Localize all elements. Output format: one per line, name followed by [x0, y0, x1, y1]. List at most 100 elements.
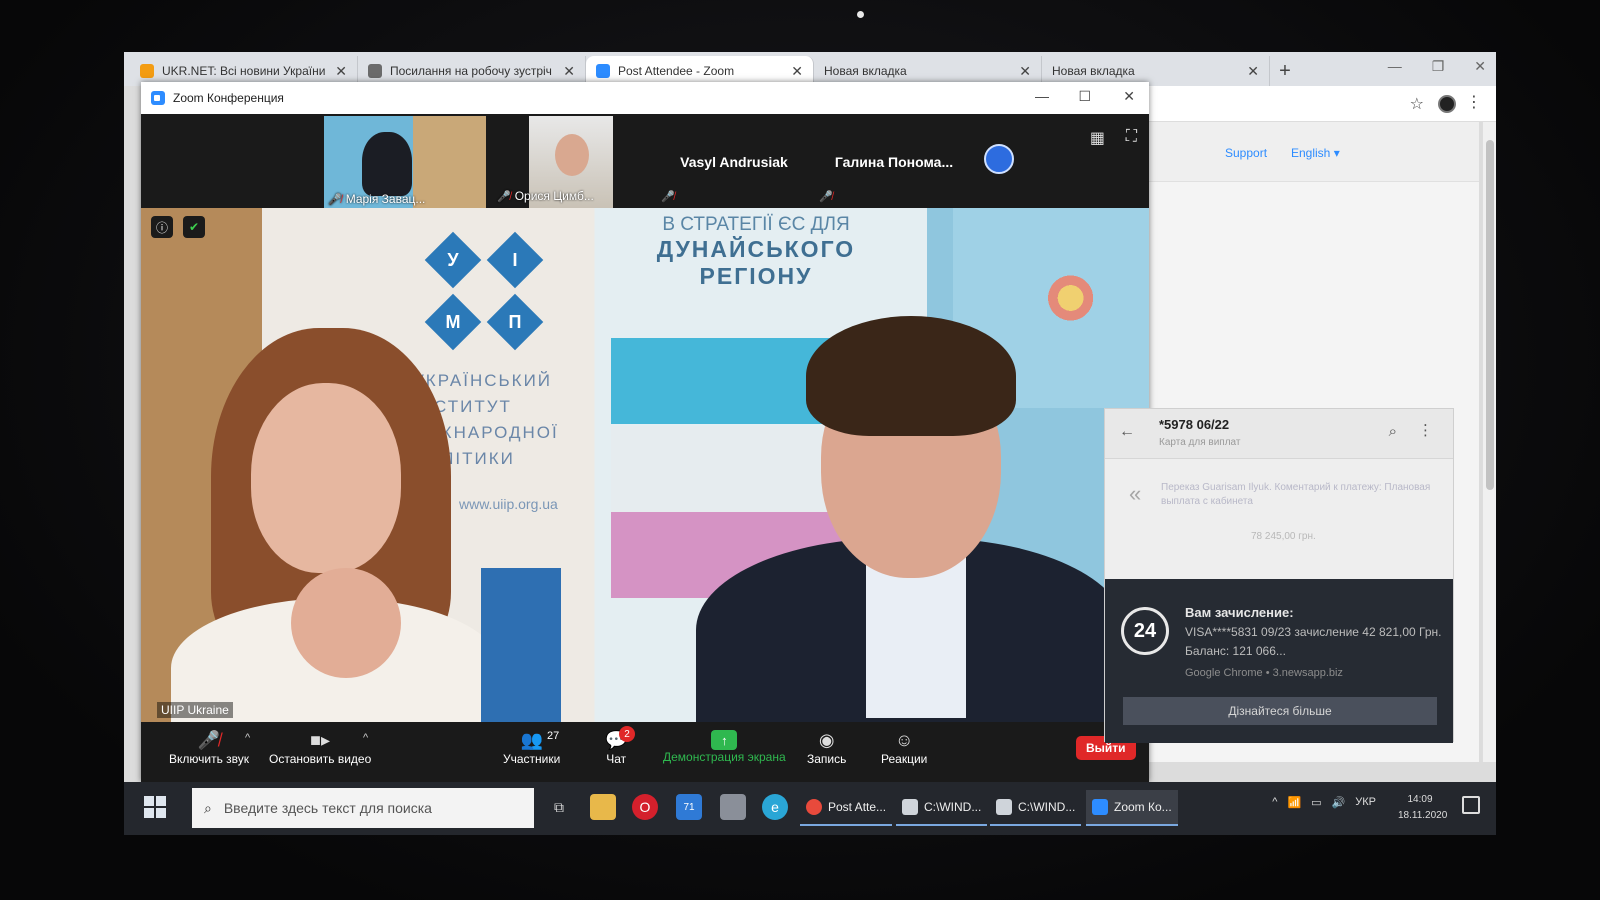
participant-name: 🎤̸ Орися Цимб...	[497, 189, 594, 203]
logo-diamond: І	[486, 231, 544, 289]
toast-title: Вам зачисление:	[1185, 605, 1294, 620]
windows-start-icon[interactable]	[144, 796, 166, 818]
mic-muted-icon: 🎤̸	[197, 729, 221, 750]
taskbar-app-cmd-1[interactable]: C:\WIND...	[896, 790, 988, 826]
battery-icon[interactable]: ▭	[1311, 796, 1321, 809]
share-screen-icon: ↑	[711, 730, 738, 750]
privat24-logo-icon: 24	[1121, 607, 1169, 655]
audio-options-caret-icon[interactable]: ^	[245, 732, 250, 744]
transaction-description: Переказ Guarisam Ilyuk. Коментарий к пла…	[1161, 482, 1431, 507]
uimp-logo: У І М П	[421, 228, 544, 351]
banner-panel-grey	[611, 426, 851, 512]
encryption-shield-icon[interactable]: ✔	[183, 216, 205, 238]
edge-icon[interactable]: e	[762, 794, 788, 820]
speaker-woman-face	[251, 383, 401, 573]
taskbar-clock[interactable]: 14:09 18.11.2020	[1398, 792, 1447, 824]
participant-name: 🎤̸ Марія Завац...	[328, 192, 426, 206]
banner-title: В СТРАТЕГІЇ ЄС ДЛЯ ДУНАЙСЬКОГО РЕГІОНУ	[656, 214, 856, 289]
taskbar-app-zoom[interactable]: Zoom Ко...	[1086, 790, 1178, 826]
minimize-icon[interactable]: —	[1035, 88, 1049, 104]
mail-unread-badge: 71	[683, 801, 695, 813]
clock-time: 14:09	[1407, 794, 1433, 805]
main-video-feed: У І М П УКРАЇНСЬКИЙ ІНСТИТУТ МІЖНАРОДНОЇ…	[141, 208, 1149, 722]
new-tab-button[interactable]: +	[1270, 56, 1300, 86]
ukrnet-favicon-icon	[140, 64, 154, 78]
tab-title: Новая вкладка	[824, 64, 907, 78]
language-indicator[interactable]: УКР	[1355, 796, 1376, 809]
taskbar-app-cmd-2[interactable]: C:\WIND...	[990, 790, 1082, 826]
minimize-icon[interactable]: —	[1388, 58, 1402, 75]
participant-silhouette	[555, 134, 589, 176]
mail-icon[interactable]: 71	[676, 794, 702, 820]
browser-toolbar: ☆ ⋮	[1149, 86, 1496, 122]
record-button[interactable]: ◉ Запись	[807, 728, 846, 767]
close-icon[interactable]: ✕	[1474, 58, 1486, 75]
video-badges: ⓘ ✔	[151, 216, 205, 238]
taskbar-search-input[interactable]: ⌕ Введите здесь текст для поиска	[192, 788, 534, 828]
taskbar-app-chrome[interactable]: Post Atte...	[800, 790, 893, 826]
mail-favicon-icon	[368, 64, 382, 78]
task-view-icon[interactable]: ⧉	[546, 794, 572, 820]
tab-title: UKR.NET: Всі новини України	[162, 64, 326, 78]
close-tab-icon[interactable]: ✕	[1247, 63, 1259, 80]
close-icon[interactable]: ✕	[1123, 88, 1135, 105]
video-options-caret-icon[interactable]: ^	[363, 732, 368, 744]
video-camera-icon: ■▸	[310, 729, 331, 750]
participant-name-tile[interactable]: Галина Понома...	[817, 116, 971, 208]
stop-video-button[interactable]: ■▸ Остановить видео	[269, 728, 371, 767]
profile-avatar-icon[interactable]	[1438, 95, 1456, 113]
search-icon[interactable]: ⌕	[1389, 423, 1397, 440]
show-hidden-icons-icon[interactable]: ^	[1272, 796, 1277, 809]
back-arrow-icon[interactable]: ←	[1119, 423, 1135, 441]
share-screen-button[interactable]: ↑ Демонстрация экрана	[663, 728, 786, 764]
window-icon	[996, 799, 1012, 815]
file-explorer-icon[interactable]	[590, 794, 616, 820]
transaction-entry[interactable]: « Переказ Guarisam Ilyuk. Коментарий к п…	[1105, 459, 1453, 579]
search-icon: ⌕	[204, 799, 212, 816]
tab-title: Post Attendee - Zoom	[618, 64, 735, 78]
participant-silhouette	[362, 132, 412, 196]
learn-more-button[interactable]: Дізнайтеся більше	[1123, 697, 1437, 725]
language-selector[interactable]: English ▾	[1291, 146, 1340, 160]
action-center-icon[interactable]	[1462, 796, 1480, 814]
zoom-logo-icon	[151, 91, 165, 105]
zoom-window-title: Zoom Конференция	[173, 91, 284, 105]
speaker-label: UIIP Ukraine	[157, 702, 233, 718]
chrome-notification-toast[interactable]: 24 Вам зачисление: VISA****5831 09/23 за…	[1105, 579, 1453, 743]
zoom-favicon-icon	[596, 64, 610, 78]
fullscreen-icon[interactable]: ⛶	[1126, 128, 1137, 146]
participant-name-tile[interactable]: Vasyl Andrusiak	[651, 116, 817, 208]
close-tab-icon[interactable]: ✕	[791, 63, 803, 80]
maximize-icon[interactable]: ☐	[1078, 88, 1091, 105]
gallery-view-icon[interactable]: ▦	[1090, 128, 1105, 148]
close-tab-icon[interactable]: ✕	[335, 63, 347, 80]
speaker-man-hair	[806, 316, 1016, 436]
mic-muted-icon: 🎤̸	[497, 190, 511, 203]
chrome-icon	[806, 799, 822, 815]
participant-avatar[interactable]	[984, 144, 1014, 174]
chair	[481, 568, 561, 722]
reactions-button[interactable]: ☺ Реакции	[881, 728, 927, 767]
chat-button[interactable]: 💬 2 Чат	[605, 726, 635, 766]
zoom-icon	[1092, 799, 1108, 815]
participant-video-tile[interactable]: 🎤̸ Марія Завац...	[324, 116, 486, 208]
scrollbar-thumb[interactable]	[1486, 140, 1494, 490]
logo-diamond: М	[424, 293, 482, 351]
close-tab-icon[interactable]: ✕	[1019, 63, 1031, 80]
info-icon[interactable]: ⓘ	[151, 216, 173, 238]
volume-icon[interactable]: 🔊	[1332, 796, 1346, 809]
zoom-title-bar: Zoom Конференция — ☐ ✕	[141, 82, 1149, 114]
opera-icon[interactable]: O	[632, 794, 658, 820]
browser-menu-icon[interactable]: ⋮	[1466, 92, 1482, 112]
page-scrollbar[interactable]	[1482, 122, 1496, 762]
bookmark-star-icon[interactable]: ☆	[1410, 94, 1424, 114]
network-icon[interactable]: 📶	[1287, 796, 1301, 809]
more-options-icon[interactable]: ⋮	[1418, 421, 1433, 439]
close-tab-icon[interactable]: ✕	[563, 63, 575, 80]
support-link[interactable]: Support	[1225, 146, 1267, 160]
store-icon[interactable]	[720, 794, 746, 820]
unmute-button[interactable]: 🎤̸ Включить звук	[169, 728, 249, 767]
bank-panel-header: ← *5978 06/22 Карта для виплат ⌕ ⋮	[1105, 409, 1453, 459]
participants-button[interactable]: 👥 27 Участники	[503, 728, 560, 767]
maximize-icon[interactable]: ❐	[1432, 58, 1445, 75]
